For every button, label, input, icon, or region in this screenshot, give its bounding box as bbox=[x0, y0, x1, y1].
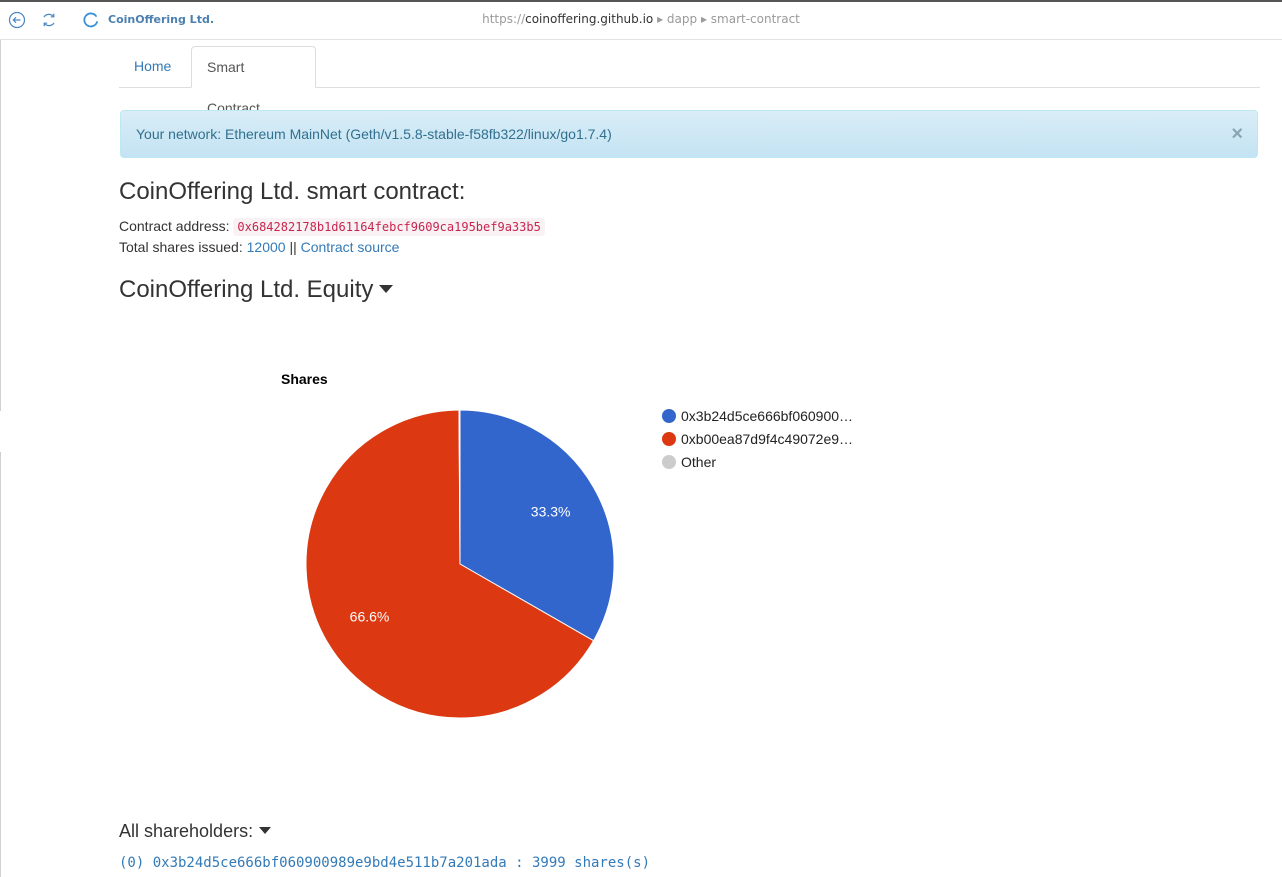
shareholders-heading[interactable]: All shareholders: bbox=[119, 821, 272, 842]
browser-toolbar: CoinOffering Ltd. https://coinoffering.g… bbox=[0, 2, 1282, 40]
contract-address-label: Contract address: bbox=[119, 218, 230, 234]
equity-pie-chart: Shares 33.3% 66.6% 0x3b24d5ce666bf060900…… bbox=[281, 371, 853, 719]
caret-down-icon[interactable] bbox=[379, 284, 394, 293]
legend-swatch[interactable] bbox=[662, 455, 676, 469]
network-alert-text: Your network: Ethereum MainNet (Geth/v1.… bbox=[136, 126, 612, 142]
slice-percent-label: 66.6% bbox=[350, 609, 390, 625]
close-icon[interactable]: × bbox=[1231, 111, 1243, 157]
network-alert: Your network: Ethereum MainNet (Geth/v1.… bbox=[120, 110, 1258, 158]
chart-legend: 0x3b24d5ce666bf060900… 0xb00ea87d9f4c4907… bbox=[662, 408, 853, 470]
equity-heading[interactable]: CoinOffering Ltd. Equity bbox=[119, 276, 394, 304]
address-bar[interactable]: https://coinoffering.github.io ▸ dapp ▸ … bbox=[0, 12, 1282, 26]
total-shares-link[interactable]: 12000 bbox=[247, 239, 286, 255]
nav-tabs: Home Smart Contract bbox=[119, 46, 1260, 116]
contract-address-row: Contract address: 0x684282178b1d61164feb… bbox=[119, 218, 545, 236]
legend-label[interactable]: 0xb00ea87d9f4c49072e9… bbox=[681, 431, 853, 447]
chart-title: Shares bbox=[281, 371, 328, 387]
legend-label[interactable]: 0x3b24d5ce666bf060900… bbox=[681, 408, 853, 424]
url-scheme: https:// bbox=[482, 12, 526, 26]
equity-heading-text: CoinOffering Ltd. Equity bbox=[119, 276, 374, 303]
left-border bbox=[0, 40, 1, 877]
separator: || bbox=[289, 239, 297, 255]
legend-label[interactable]: Other bbox=[681, 454, 716, 470]
tab-smart-contract[interactable]: Smart Contract bbox=[191, 46, 316, 116]
slice-percent-label: 33.3% bbox=[531, 504, 571, 520]
shareholders-heading-text: All shareholders: bbox=[119, 821, 254, 841]
contract-source-link[interactable]: Contract source bbox=[301, 239, 400, 255]
contract-title: CoinOffering Ltd. smart contract: bbox=[119, 178, 466, 205]
total-shares-row: Total shares issued: 12000 || Contract s… bbox=[119, 239, 399, 255]
url-path: ▸ dapp ▸ smart-contract bbox=[653, 12, 800, 26]
contract-address-value: 0x684282178b1d61164febcf9609ca195bef9a33… bbox=[233, 218, 545, 236]
shareholder-item[interactable]: (0) 0x3b24d5ce666bf060900989e9bd4e511b7a… bbox=[119, 855, 650, 871]
tab-home[interactable]: Home bbox=[119, 46, 189, 87]
total-shares-label: Total shares issued: bbox=[119, 239, 243, 255]
pie-slices bbox=[305, 409, 615, 719]
left-border-gap bbox=[0, 411, 2, 452]
legend-swatch[interactable] bbox=[662, 432, 676, 446]
url-host: coinoffering.github.io bbox=[525, 12, 654, 26]
caret-down-icon[interactable] bbox=[259, 826, 272, 834]
legend-swatch[interactable] bbox=[662, 409, 676, 423]
